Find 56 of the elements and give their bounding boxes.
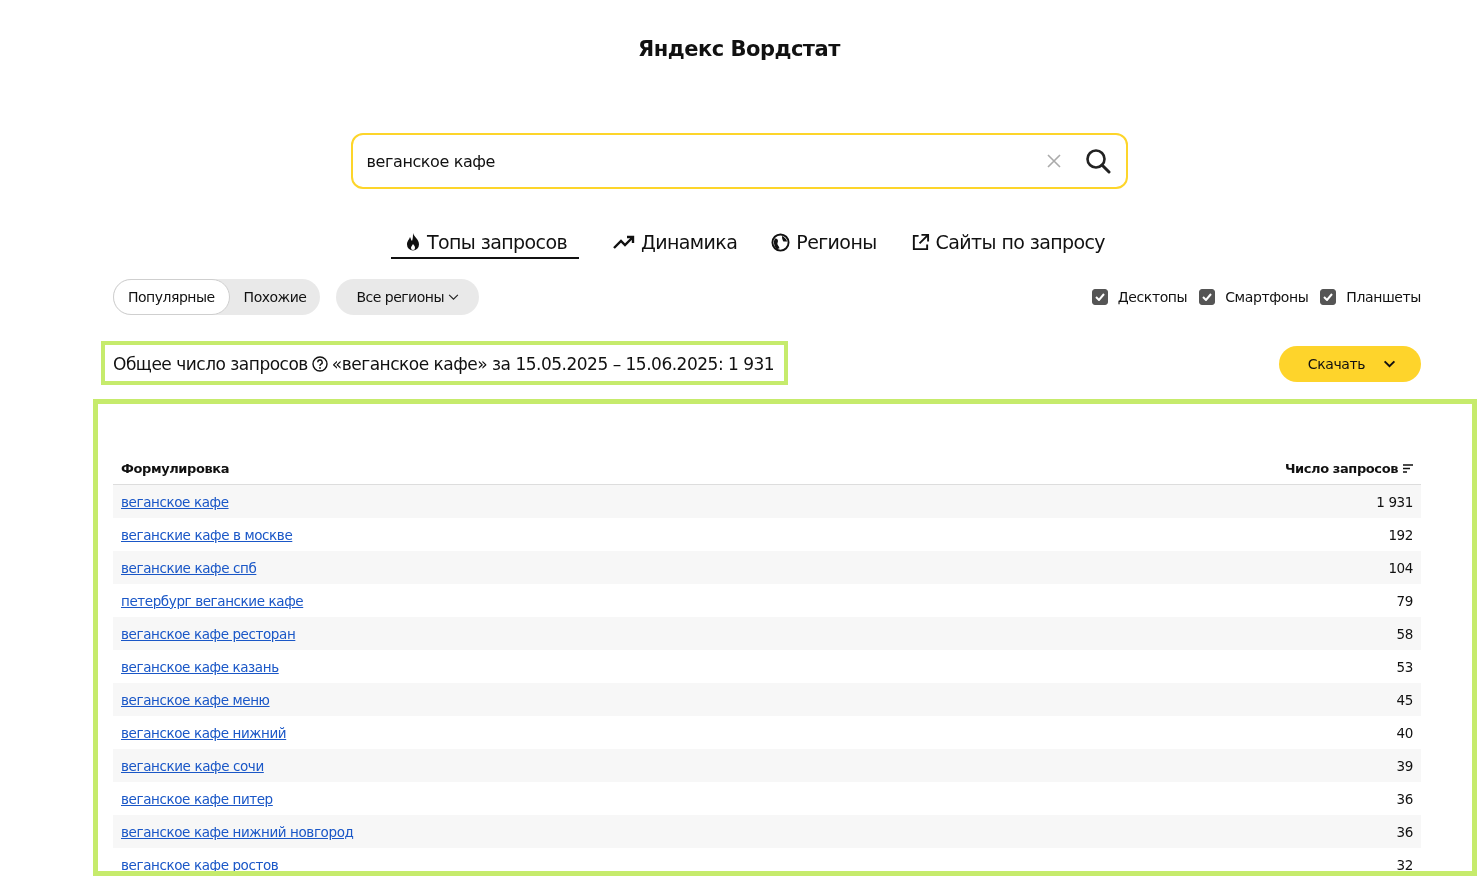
table-cell: 53 [1396,658,1413,675]
sort-icon [1403,463,1413,473]
summary-label: Общее число запросов [113,354,308,374]
tab[interactable]: Динамика [613,229,738,259]
query-link[interactable]: веганские кафе спб [121,559,257,576]
flame-icon [405,232,421,252]
search-icon[interactable] [1084,148,1111,174]
query-link[interactable]: веганское кафе питер [121,790,273,807]
table-cell: 45 [1396,691,1413,708]
checkbox-label: Планшеты [1346,289,1421,305]
search-field[interactable]: веганское кафе [350,133,1128,189]
query-link[interactable]: веганское кафе нижний [121,724,287,741]
external-link-icon [910,232,930,252]
region-dropdown[interactable]: Все регионы [336,279,479,315]
checkbox-label: Смартфоны [1225,289,1309,305]
page-title: Яндекс Вордстат [637,36,842,63]
table-cell: 36 [1396,823,1413,840]
table-cell: 36 [1396,790,1413,807]
chevron-down-icon [1383,360,1397,368]
mode-option[interactable]: Популярные [113,279,230,315]
table-cell: 40 [1396,724,1413,741]
column-header: Формулировка [121,460,230,476]
checkmark-icon [1323,293,1334,301]
table-cell: 39 [1396,757,1413,774]
chevron-down-icon [448,293,459,301]
checkbox[interactable] [1320,289,1337,305]
table-cell: 79 [1396,592,1413,609]
checkbox[interactable] [1199,289,1216,305]
table-cell: 192 [1388,526,1413,543]
mode-option[interactable]: Похожие [229,279,321,315]
checkmark-icon [1202,293,1213,301]
query-link[interactable]: веганское кафе меню [121,691,270,708]
query-link[interactable]: веганское кафе ресторан [121,625,296,642]
table-cell: 32 [1396,856,1413,873]
query-link[interactable]: веганское кафе нижний новгород [121,823,354,840]
checkbox-label: Десктопы [1117,289,1188,305]
checkbox[interactable] [1091,289,1108,305]
table-cell: 58 [1396,625,1413,642]
query-link[interactable]: петербург веганские кафе [121,592,304,609]
tab[interactable]: Сайты по запросу [910,229,1105,259]
summary-text: «веганское кафе» за 15.05.2025 – 15.06.2025: 1 931 [331,354,775,374]
query-link[interactable]: веганские кафе сочи [121,757,264,774]
checkmark-icon [1094,293,1105,301]
globe-icon [771,232,791,252]
table-cell: 104 [1388,559,1413,576]
download-button[interactable]: Скачать [1279,346,1421,382]
query-link[interactable]: веганское кафе [121,493,229,510]
query-link[interactable]: веганские кафе в москве [121,526,293,543]
trend-arrow-icon [613,234,635,250]
tab[interactable]: Топы запросов [391,229,579,259]
table-cell: 1 931 [1376,493,1413,510]
query-link[interactable]: веганское кафе ростов [121,856,279,873]
tab[interactable]: Регионы [771,229,877,259]
help-icon[interactable] [311,356,328,372]
query-link[interactable]: веганское кафе казань [121,658,279,675]
column-header[interactable]: Число запросов [1284,460,1413,476]
